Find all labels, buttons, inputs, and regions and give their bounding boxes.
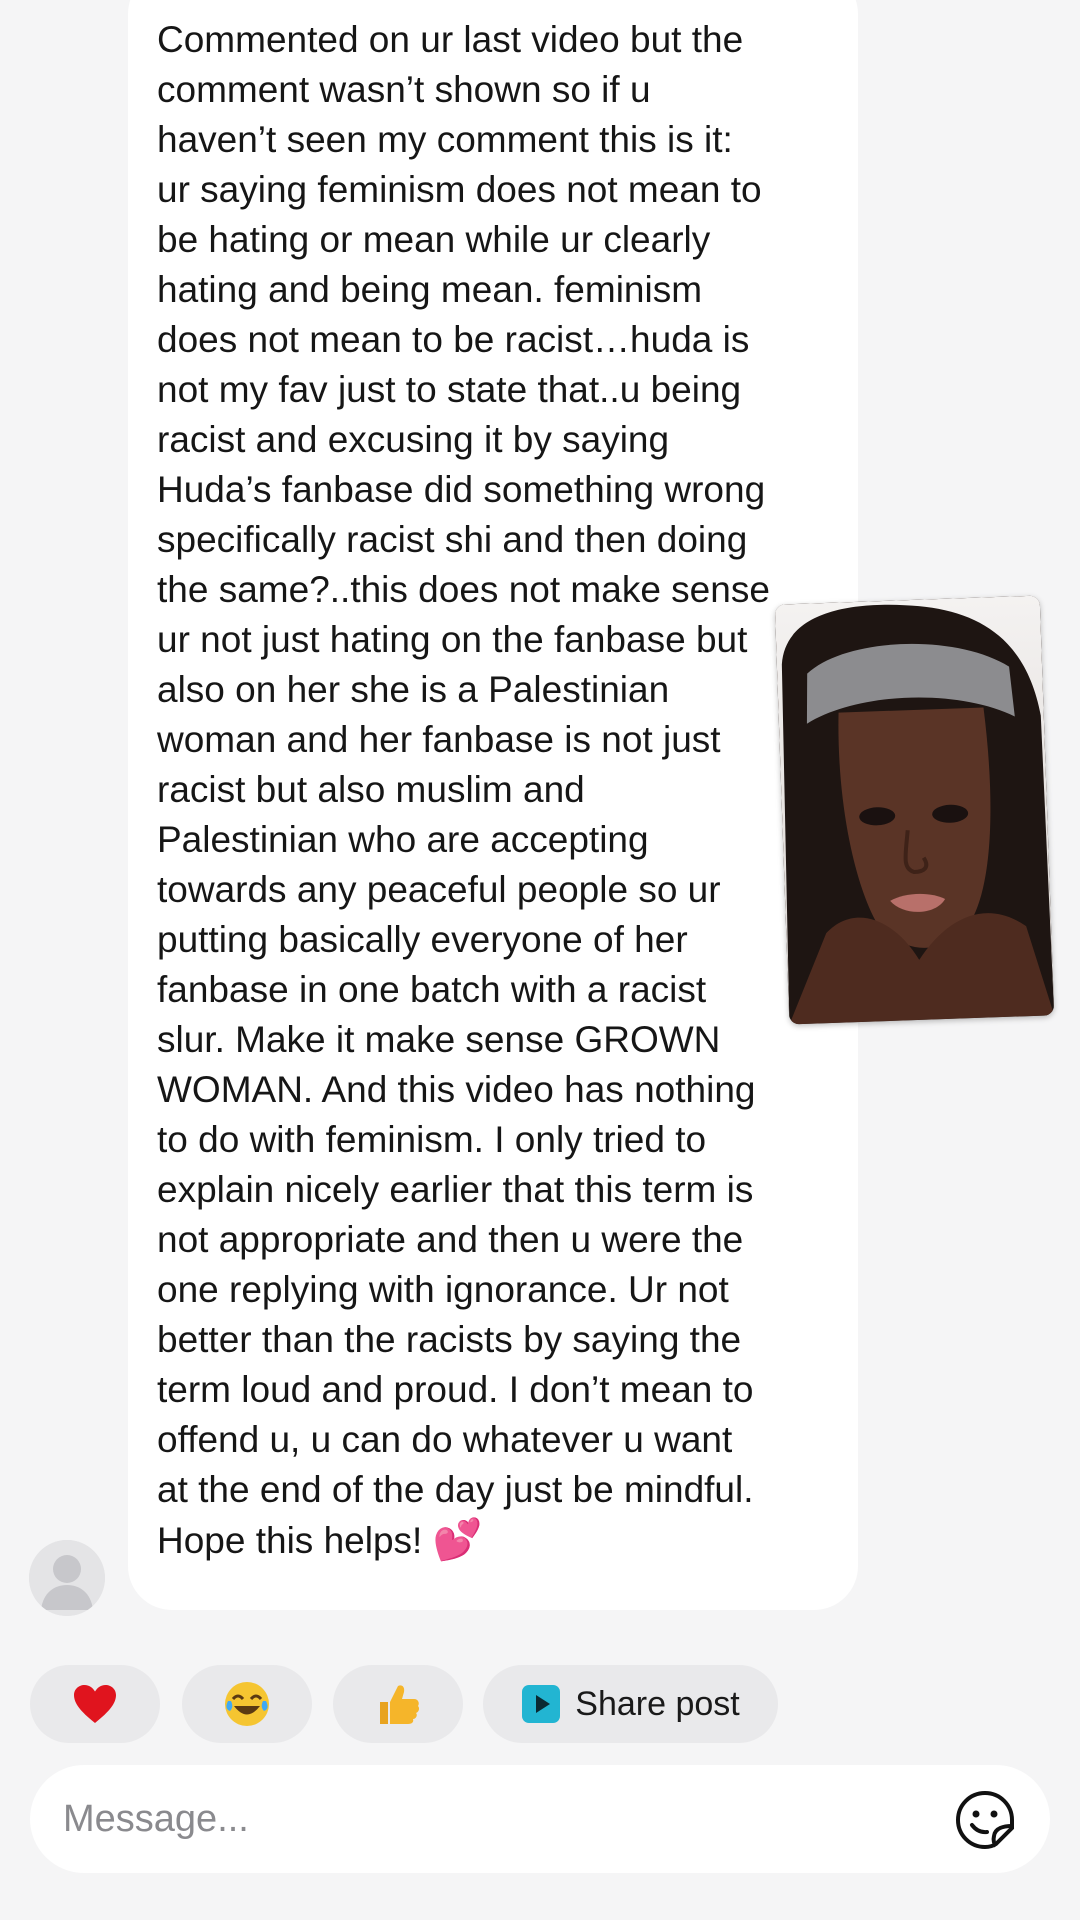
message-body: Commented on ur last video but the comme… bbox=[157, 19, 770, 1561]
two-hearts-emoji: 💕 bbox=[432, 1518, 483, 1562]
sticker-button[interactable] bbox=[954, 1789, 1016, 1851]
message-input[interactable] bbox=[63, 1765, 923, 1873]
share-post-button[interactable]: Share post bbox=[483, 1665, 778, 1743]
thumbs-up-icon bbox=[380, 1685, 420, 1724]
laugh-reaction-button[interactable] bbox=[182, 1665, 312, 1743]
thumbs-up-reaction-button[interactable] bbox=[333, 1665, 463, 1743]
heart-icon bbox=[74, 1685, 116, 1723]
quick-reactions-bar: Share post bbox=[0, 1665, 1080, 1745]
sticker-smiley-icon bbox=[955, 1790, 1015, 1850]
creator-face-cutout bbox=[774, 595, 1055, 1025]
creator-face-overlay bbox=[774, 595, 1055, 1025]
sender-avatar[interactable] bbox=[29, 1540, 105, 1616]
tears-of-joy-icon bbox=[225, 1682, 269, 1726]
play-square-icon bbox=[522, 1685, 561, 1723]
message-text: Commented on ur last video but the comme… bbox=[157, 15, 857, 1566]
share-post-label: Share post bbox=[575, 1684, 740, 1723]
heart-reaction-button[interactable] bbox=[30, 1665, 160, 1743]
default-avatar-icon bbox=[29, 1540, 105, 1616]
message-composer bbox=[30, 1765, 1050, 1873]
